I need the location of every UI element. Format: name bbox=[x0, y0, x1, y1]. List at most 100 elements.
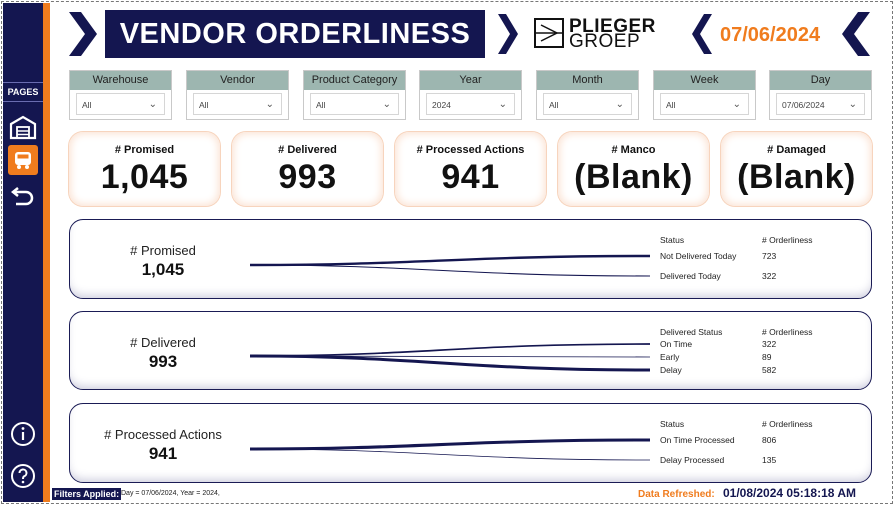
header-date: 07/06/2024 bbox=[720, 24, 821, 46]
chevron-right-icon bbox=[69, 12, 97, 56]
flow-branch bbox=[250, 354, 651, 372]
flow-branch bbox=[250, 254, 651, 267]
chevron-down-icon[interactable]: ⌄ bbox=[266, 94, 274, 116]
slicer-value: All bbox=[199, 100, 209, 110]
chevron-left-icon bbox=[842, 12, 870, 56]
slicer-label: Week bbox=[654, 71, 755, 90]
flow-label: # Delivered bbox=[130, 335, 196, 350]
chevron-down-icon[interactable]: ⌄ bbox=[383, 94, 391, 116]
chevron-down-icon[interactable]: ⌄ bbox=[733, 94, 741, 116]
slicer-label: Year bbox=[420, 71, 521, 90]
flow-column-header: # Orderliness bbox=[762, 419, 813, 429]
flow-row-name[interactable]: On Time bbox=[660, 339, 692, 349]
slicer-week[interactable]: Week All ⌄ bbox=[653, 70, 756, 120]
logo-text-secondary: GROEP bbox=[569, 31, 641, 52]
slicer-dropdown[interactable]: All ⌄ bbox=[193, 93, 282, 115]
chevron-down-icon[interactable]: ⌄ bbox=[499, 94, 507, 116]
slicer-day[interactable]: Day 07/06/2024 ⌄ bbox=[769, 70, 872, 120]
slicer-dropdown[interactable]: All ⌄ bbox=[76, 93, 165, 115]
flow-label: # Processed Actions bbox=[104, 427, 222, 442]
kpi-label: # Damaged bbox=[767, 144, 826, 156]
slicer-dropdown[interactable]: All ⌄ bbox=[660, 93, 749, 115]
flow-row-value: 582 bbox=[762, 365, 777, 375]
slicer-dropdown[interactable]: 07/06/2024 ⌄ bbox=[776, 93, 865, 115]
slicer-label: Warehouse bbox=[70, 71, 171, 90]
flow-column-header: Status bbox=[660, 419, 685, 429]
flow-branch bbox=[250, 438, 651, 451]
warehouse-icon[interactable] bbox=[8, 112, 38, 142]
chevron-down-icon[interactable]: ⌄ bbox=[849, 94, 857, 116]
back-arrow-icon[interactable] bbox=[8, 180, 38, 210]
kpi-value: (Blank) bbox=[574, 158, 693, 196]
data-refreshed-value: 01/08/2024 05:18:18 AM bbox=[723, 486, 856, 500]
flow-row-value: 89 bbox=[762, 352, 772, 362]
slicer-value: All bbox=[666, 100, 676, 110]
flow-label: # Promised bbox=[130, 243, 196, 258]
slicer-dropdown[interactable]: 2024 ⌄ bbox=[426, 93, 515, 115]
slicer-warehouse[interactable]: Warehouse All ⌄ bbox=[69, 70, 172, 120]
slicer-value: All bbox=[316, 100, 326, 110]
help-icon[interactable] bbox=[8, 461, 38, 491]
filters-applied-label: Filters Applied: bbox=[52, 488, 122, 500]
slicer-label: Product Category bbox=[304, 71, 405, 90]
flow-row-name[interactable]: Not Delivered Today bbox=[660, 251, 736, 261]
kpi-value: 1,045 bbox=[100, 158, 189, 196]
flow-row-name[interactable]: On Time Processed bbox=[660, 435, 735, 445]
data-refreshed-label: Data Refreshed: bbox=[638, 489, 715, 500]
flow-column-header: Delivered Status bbox=[660, 327, 723, 337]
kpi-label: # Delivered bbox=[278, 144, 337, 156]
kpi-card: # Processed Actions 941 bbox=[395, 132, 546, 206]
flow-row-name[interactable]: Delay Processed bbox=[660, 455, 724, 465]
flow-diagram bbox=[250, 343, 651, 372]
slicer-label: Month bbox=[537, 71, 638, 90]
kpi-card: # Manco (Blank) bbox=[558, 132, 709, 206]
slicer-value: 2024 bbox=[432, 100, 451, 110]
flow-branch bbox=[250, 448, 651, 461]
slicer-label: Vendor bbox=[187, 71, 288, 90]
chevron-down-icon[interactable]: ⌄ bbox=[616, 94, 624, 116]
kpi-card: # Delivered 993 bbox=[232, 132, 383, 206]
slicer-product-category[interactable]: Product Category All ⌄ bbox=[303, 70, 406, 120]
page-title: VENDOR ORDERLINESS bbox=[105, 10, 485, 58]
flow-row-name[interactable]: Early bbox=[660, 352, 679, 362]
kpi-value: (Blank) bbox=[737, 158, 856, 196]
pages-label: PAGES bbox=[3, 82, 43, 102]
kpi-value: 941 bbox=[441, 158, 500, 196]
sidebar-accent-stripe bbox=[43, 3, 50, 502]
truck-icon[interactable] bbox=[8, 145, 38, 175]
kpi-label: # Promised bbox=[114, 144, 175, 156]
slicer-value: All bbox=[82, 100, 92, 110]
slicer-dropdown[interactable]: All ⌄ bbox=[310, 93, 399, 115]
slicer-month[interactable]: Month All ⌄ bbox=[536, 70, 639, 120]
flow-column-header: # Orderliness bbox=[762, 235, 813, 245]
filters-applied-text: Day = 07/06/2024, Year = 2024, bbox=[121, 490, 220, 497]
slicer-year[interactable]: Year 2024 ⌄ bbox=[419, 70, 522, 120]
chevron-down-icon[interactable]: ⌄ bbox=[149, 94, 157, 116]
flow-panel: # Delivered 993 Delivered Status # Orderlin… bbox=[69, 311, 872, 390]
flow-row-value: 322 bbox=[762, 271, 777, 281]
flow-total: 941 bbox=[148, 444, 178, 463]
flow-column-header: # Orderliness bbox=[762, 327, 813, 337]
flow-total: 1,045 bbox=[141, 260, 185, 279]
flow-row-name[interactable]: Delay bbox=[660, 365, 682, 375]
kpi-label: # Manco bbox=[611, 144, 656, 156]
slicer-value: 07/06/2024 bbox=[782, 100, 825, 110]
flow-row-value: 322 bbox=[762, 339, 777, 349]
flow-branch bbox=[250, 343, 651, 357]
slicer-dropdown[interactable]: All ⌄ bbox=[543, 93, 632, 115]
company-logo: PLIEGER GROEP bbox=[533, 16, 678, 52]
chevron-left-icon bbox=[692, 14, 712, 54]
flow-total: 993 bbox=[148, 352, 178, 371]
kpi-label: # Processed Actions bbox=[416, 144, 525, 156]
info-icon[interactable] bbox=[8, 419, 38, 449]
kpi-value: 993 bbox=[278, 158, 337, 196]
logo-mark-icon bbox=[534, 18, 564, 48]
slicer-vendor[interactable]: Vendor All ⌄ bbox=[186, 70, 289, 120]
flow-panel: # Processed Actions 941 Status # Orderlines… bbox=[69, 403, 872, 483]
kpi-card: # Damaged (Blank) bbox=[721, 132, 872, 206]
flow-row-name[interactable]: Delivered Today bbox=[660, 271, 721, 281]
flow-diagram bbox=[250, 254, 651, 277]
flow-panel: # Promised 1,045 Status # Orderliness Not De… bbox=[69, 219, 872, 299]
flow-branch bbox=[250, 264, 651, 277]
flow-column-header: Status bbox=[660, 235, 685, 245]
